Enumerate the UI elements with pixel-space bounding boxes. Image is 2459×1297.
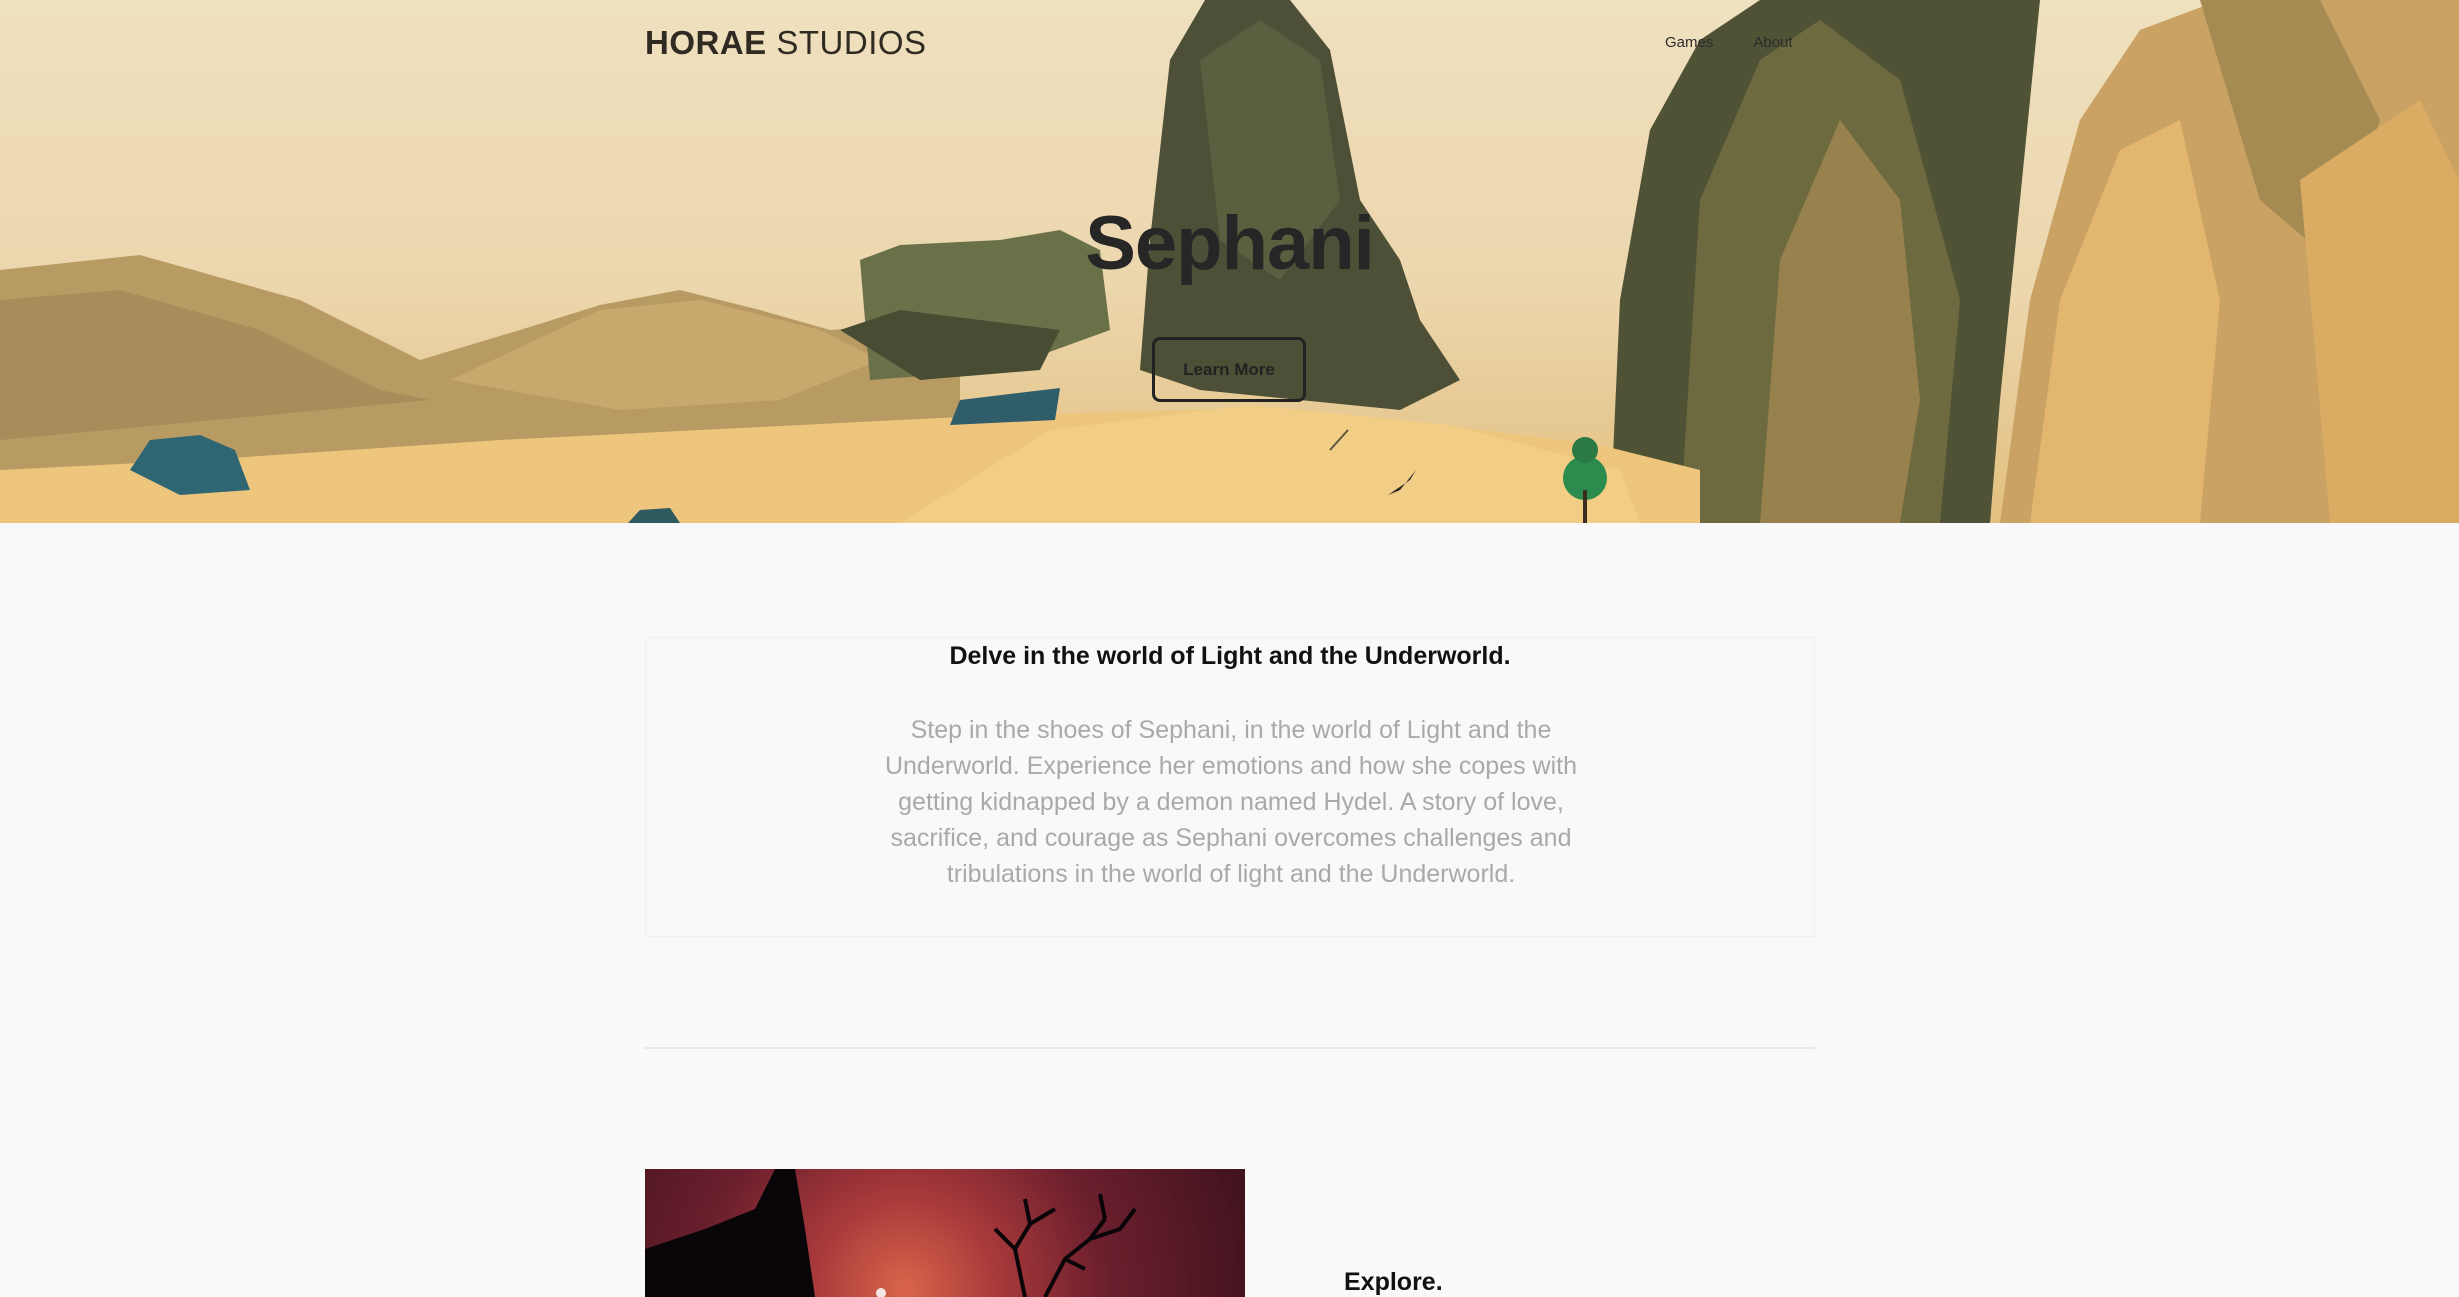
hero-banner: HORAE STUDIOS Games About Sephani Learn … [0,0,2459,523]
nav-link-games[interactable]: Games [1665,34,1713,51]
intro-body: Step in the shoes of Sephani, in the wor… [884,716,1578,888]
explore-scene-image [645,1169,1137,1297]
section-divider [645,1047,1815,1049]
learn-more-button[interactable]: Learn More [1152,337,1306,402]
explore-feature-image [645,1169,1245,1297]
nav-link-about[interactable]: About [1753,34,1792,51]
intro-heading: Delve in the world of Light and the Unde… [949,642,1511,670]
logo-light-text: STUDIOS [776,24,927,61]
logo-bold-text: HORAE [645,24,767,61]
main-nav: Games About [1665,34,1793,51]
logo[interactable]: HORAE STUDIOS [645,24,927,62]
explore-heading: Explore. [1344,1268,1443,1296]
intro-section: Delve in the world of Light and the Unde… [645,637,1815,937]
hero-title: Sephani [1085,201,1375,286]
